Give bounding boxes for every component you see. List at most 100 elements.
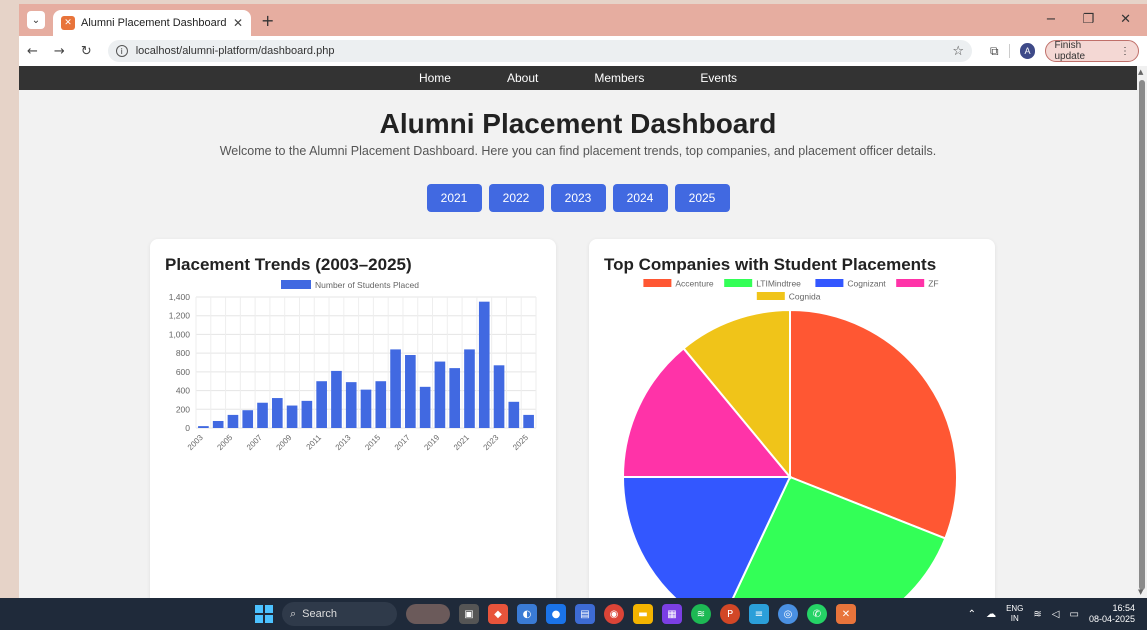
page-subtitle: Welcome to the Alumni Placement Dashboar…	[219, 144, 937, 158]
bar-2009[interactable]	[286, 405, 298, 428]
reload-icon[interactable]: ↻	[81, 44, 92, 59]
nav-item-members[interactable]: Members	[594, 71, 644, 85]
minimize-icon[interactable]: −	[1046, 12, 1057, 27]
legend-label: Cognida	[789, 292, 821, 302]
tab-close-icon[interactable]: ✕	[233, 16, 243, 30]
site-info-icon[interactable]: i	[115, 45, 128, 57]
x-tick-label: 2013	[334, 433, 353, 452]
xampp-icon[interactable]: ✕	[836, 604, 856, 624]
bar-2011[interactable]	[316, 381, 327, 428]
legend-swatch[interactable]	[281, 280, 311, 289]
signal-icon[interactable]: ●	[546, 604, 566, 624]
language-indicator[interactable]: ENG IN	[1006, 604, 1023, 624]
more-menu-icon: ⋮	[1120, 45, 1130, 57]
bar-2024[interactable]	[508, 401, 520, 428]
new-tab-icon[interactable]: +	[261, 11, 274, 30]
bar-2007[interactable]	[257, 402, 268, 428]
bar-2005[interactable]	[227, 414, 239, 428]
legend-swatch-zf[interactable]	[896, 279, 925, 287]
legend-swatch-cognida[interactable]	[756, 292, 785, 300]
year-button-2024[interactable]: 2024	[612, 184, 668, 212]
bar-2003[interactable]	[198, 426, 209, 428]
bookmark-star-icon[interactable]: ☆	[952, 44, 964, 59]
task-view-icon[interactable]: ▣	[459, 604, 479, 624]
bar-2021[interactable]	[464, 349, 475, 428]
windows-start-icon[interactable]	[255, 605, 273, 623]
close-window-icon[interactable]: ✕	[1120, 12, 1131, 27]
browser-window: ⌄ ✕ Alumni Placement Dashboard ✕ + − ❐ ✕…	[19, 4, 1147, 598]
wifi-icon[interactable]: ≋	[1033, 609, 1041, 620]
bar-2025[interactable]	[523, 414, 534, 428]
scroll-thumb[interactable]	[1139, 80, 1145, 590]
tab-search-icon[interactable]: ⌄	[27, 11, 45, 29]
page-scrollbar[interactable]: ▲ ▼	[1137, 66, 1147, 598]
nav-item-home[interactable]: Home	[419, 71, 451, 85]
taskbar-search[interactable]: ⌕ Search	[282, 602, 397, 626]
volume-icon[interactable]: ◁	[1052, 609, 1060, 620]
placement-trends-card: Placement Trends (2003–2025) Number of S…	[150, 239, 556, 598]
tab-active[interactable]: ✕ Alumni Placement Dashboard ✕	[53, 10, 251, 36]
onedrive-icon[interactable]: ☁	[986, 609, 996, 620]
bar-2016[interactable]	[390, 349, 401, 428]
bar-2004[interactable]	[212, 420, 224, 428]
clock-date: 08-04-2025	[1088, 614, 1135, 624]
top-companies-chart: Accenture LTIMindtree Cognizant ZF Cognida	[621, 279, 958, 598]
x-tick-label: 2007	[245, 433, 264, 452]
tray-overflow-icon[interactable]: ⌃	[968, 609, 976, 620]
chrome-profile-icon[interactable]: ◎	[778, 604, 798, 624]
extensions-icon[interactable]: ⧉	[990, 44, 999, 59]
lang-top: ENG	[1006, 604, 1024, 613]
legend-label: Number of Students Placed	[315, 280, 419, 290]
bar-2019[interactable]	[434, 361, 446, 428]
bar-2012[interactable]	[331, 370, 342, 428]
bar-2010[interactable]	[301, 400, 313, 428]
back-icon[interactable]: ←	[27, 44, 38, 59]
finish-update-button[interactable]: Finish update ⋮	[1045, 40, 1139, 62]
scroll-up-icon[interactable]: ▲	[1138, 68, 1143, 76]
bar-2013[interactable]	[345, 382, 357, 428]
notes-icon[interactable]: ≡	[749, 604, 769, 624]
nav-item-events[interactable]: Events	[700, 71, 737, 85]
bar-2015[interactable]	[375, 381, 387, 428]
ide-icon[interactable]: ▦	[662, 604, 682, 624]
year-button-2025[interactable]: 2025	[674, 184, 730, 212]
year-button-2021[interactable]: 2021	[426, 184, 482, 212]
spotify-icon[interactable]: ≋	[691, 604, 711, 624]
y-tick-label: 1,400	[169, 292, 191, 302]
bar-2006[interactable]	[242, 410, 254, 428]
clock[interactable]: 16:54 08-04-2025	[1089, 603, 1135, 625]
scroll-down-icon[interactable]: ▼	[1138, 588, 1143, 596]
x-tick-label: 2021	[452, 433, 471, 452]
bar-2023[interactable]	[493, 365, 505, 428]
battery-icon[interactable]: ▭	[1070, 609, 1079, 620]
legend-swatch-accenture[interactable]	[643, 279, 672, 287]
top-companies-card: Top Companies with Student Placements Ac…	[589, 239, 995, 598]
widgets-icon[interactable]	[406, 604, 450, 624]
brave-icon[interactable]: ◆	[488, 604, 508, 624]
bar-2008[interactable]	[271, 398, 283, 428]
windows-taskbar: ⌕ Search ▣ ◆ ◐ ● ▤ ◉ ▬ ▦ ≋ P ≡ ◎ ✆ ✕ ⌃ ☁…	[0, 598, 1147, 630]
bar-2018[interactable]	[419, 386, 431, 428]
x-tick-label: 2023	[482, 433, 501, 452]
year-button-2023[interactable]: 2023	[550, 184, 606, 212]
forward-icon[interactable]: →	[54, 44, 65, 59]
bar-2017[interactable]	[405, 355, 416, 428]
chrome-icon[interactable]: ◉	[604, 604, 624, 624]
store-icon[interactable]: ▤	[575, 604, 595, 624]
legend-swatch-ltimindtree[interactable]	[724, 279, 753, 287]
bar-2022[interactable]	[478, 301, 490, 428]
nav-item-about[interactable]: About	[507, 71, 538, 85]
profile-avatar[interactable]: A	[1019, 43, 1036, 59]
address-bar[interactable]: i localhost/alumni-platform/dashboard.ph…	[107, 40, 972, 62]
copilot-icon[interactable]: ◐	[517, 604, 537, 624]
tab-strip: ⌄ ✕ Alumni Placement Dashboard ✕ + − ❐ ✕	[19, 4, 1147, 36]
file-explorer-icon[interactable]: ▬	[633, 604, 653, 624]
legend-swatch-cognizant[interactable]	[815, 279, 844, 287]
xampp-favicon-icon: ✕	[61, 16, 75, 30]
whatsapp-icon[interactable]: ✆	[807, 604, 827, 624]
year-button-2022[interactable]: 2022	[488, 184, 544, 212]
bar-2014[interactable]	[360, 389, 372, 428]
bar-2020[interactable]	[449, 368, 461, 428]
restore-icon[interactable]: ❐	[1082, 12, 1094, 27]
powerpoint-icon[interactable]: P	[720, 604, 740, 624]
